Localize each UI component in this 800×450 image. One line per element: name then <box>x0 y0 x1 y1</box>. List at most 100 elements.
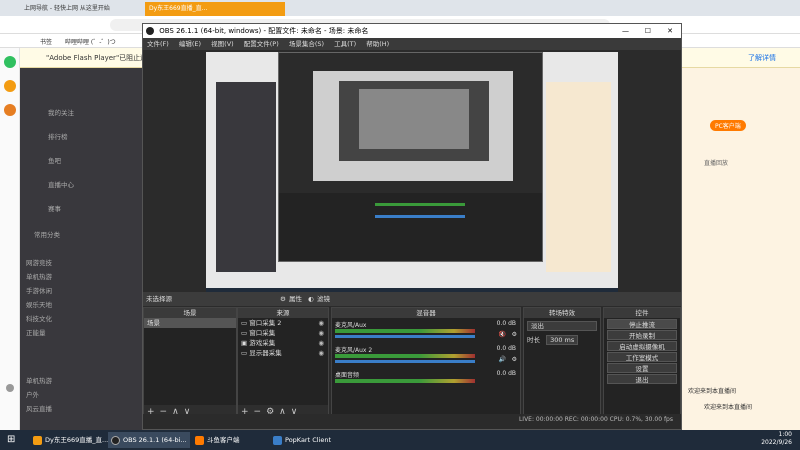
obs-preview-canvas[interactable] <box>206 52 618 298</box>
start-button[interactable]: ⊞ <box>4 432 22 448</box>
gear-icon[interactable]: ⚙ <box>512 331 517 338</box>
add-icon[interactable] <box>6 384 14 392</box>
channel-name: 桌面音频 <box>335 372 360 379</box>
no-source-label: 未选择源 <box>146 295 172 303</box>
sidebar-item-category[interactable]: 科技文化 <box>26 314 52 324</box>
sidebar-item-category[interactable]: 网游竞技 <box>26 258 52 268</box>
search-icon[interactable] <box>4 80 16 92</box>
source-item[interactable]: ▭ 窗口采集 ◉ <box>238 328 328 338</box>
eye-icon[interactable]: ◉ <box>318 318 324 328</box>
filter-icon[interactable]: ◐ <box>308 292 314 306</box>
sidebar-item-category[interactable]: 单机热游 <box>26 272 52 282</box>
sidebar-item-category[interactable]: 风云直播 <box>26 404 52 414</box>
channel-db: 0.0 dB <box>496 370 516 377</box>
sidebar-item-category[interactable]: 手游休闲 <box>26 286 52 296</box>
wechat-icon[interactable] <box>4 56 16 68</box>
menu-scene-collection[interactable]: 场景集合(S) <box>285 38 328 50</box>
sources-dock-title: 来源 <box>238 308 328 318</box>
browser-tab[interactable]: 上网导航 - 轻快上网 从这里开始 <box>20 2 130 16</box>
duration-input[interactable]: 300 ms <box>546 335 579 345</box>
gear-icon[interactable]: ⚙ <box>512 356 517 363</box>
virtual-camera-button[interactable]: 启动虚拟摄像机 <box>607 341 677 351</box>
system-clock[interactable]: 1:00 2022/9/26 <box>761 431 792 447</box>
eye-icon[interactable]: ◉ <box>318 338 324 348</box>
minimize-icon[interactable]: — <box>622 24 629 38</box>
obs-window-title: OBS 26.1.1 (64-bit, windows) - 配置文件: 未命名… <box>159 27 369 35</box>
channel-name: 麦克风/Aux <box>335 322 367 329</box>
sidebar-item-category[interactable]: 正能量 <box>26 328 46 338</box>
source-item[interactable]: ▭ 显示器采集 ◉ <box>238 348 328 358</box>
mixer-dock-title: 混音器 <box>332 308 520 318</box>
obs-app-icon <box>146 27 154 35</box>
volume-slider[interactable] <box>335 335 475 338</box>
exit-button[interactable]: 退出 <box>607 374 677 384</box>
bookmark-item[interactable]: 书签 <box>40 37 52 46</box>
scenes-dock-title: 场景 <box>144 308 236 318</box>
studio-mode-button[interactable]: 工作室模式 <box>607 352 677 362</box>
properties-button[interactable]: 属性 <box>289 292 302 306</box>
eye-icon[interactable]: ◉ <box>318 348 324 358</box>
menu-help[interactable]: 帮助(H) <box>362 38 393 50</box>
duration-row: 时长 300 ms <box>527 334 597 345</box>
mute-icon[interactable]: 🔇 <box>499 331 506 338</box>
stop-streaming-button[interactable]: 停止推流 <box>607 319 677 329</box>
transition-select[interactable]: 淡出 <box>527 321 597 331</box>
obs-titlebar: OBS 26.1.1 (64-bit, windows) - 配置文件: 未命名… <box>143 24 681 38</box>
clock-date: 2022/9/26 <box>761 439 792 446</box>
browser-tabbar: 上网导航 - 轻快上网 从这里开始 Dy东王669直播_直... <box>0 0 800 16</box>
flash-notice-text: "Adobe Flash Player"已阻止运行 <box>46 54 155 62</box>
taskbar-item-obs[interactable]: OBS 26.1.1 (64-bi... <box>108 432 190 448</box>
menu-view[interactable]: 视图(V) <box>207 38 238 50</box>
menu-profile[interactable]: 配置文件(P) <box>240 38 283 50</box>
bookmark-item[interactable]: 哔哩哔哩 (゜-゜)つ <box>65 37 116 46</box>
volume-slider[interactable] <box>335 360 475 363</box>
transitions-dock: 转场特效 淡出 时长 300 ms <box>523 307 601 420</box>
captured-right-panel <box>546 82 611 272</box>
gear-icon[interactable]: ⚙ <box>280 292 286 306</box>
flash-learn-more-link[interactable]: 了解详情 <box>748 53 776 63</box>
controls-dock-title: 控件 <box>604 308 680 318</box>
sidebar-item-rank[interactable]: 排行榜 <box>48 132 68 142</box>
taskbar-item-browser[interactable]: Dy东王669直播_直... <box>30 432 108 448</box>
browser-app-icon <box>33 435 42 445</box>
close-icon[interactable]: ✕ <box>667 24 673 38</box>
scene-item[interactable]: 场景 <box>144 318 236 328</box>
sidebar-heading-categories: 常用分类 <box>34 231 60 239</box>
volume-meter <box>335 379 475 383</box>
sidebar-item-category[interactable]: 单机热游 <box>26 376 52 386</box>
eye-icon[interactable]: ◉ <box>318 328 324 338</box>
volume-meter <box>335 354 475 358</box>
sidebar-item-follow[interactable]: 我的关注 <box>48 108 74 118</box>
settings-button[interactable]: 设置 <box>607 363 677 373</box>
start-recording-button[interactable]: 开始录制 <box>607 330 677 340</box>
source-item[interactable]: ▣ 游戏采集 ◉ <box>238 338 328 348</box>
browser-tab-active[interactable]: Dy东王669直播_直... <box>145 2 285 16</box>
sidebar-item-category[interactable]: 户外 <box>26 390 39 400</box>
sidebar-item-yuba[interactable]: 鱼吧 <box>48 156 61 166</box>
menu-edit[interactable]: 编辑(E) <box>175 38 205 50</box>
sidebar-item-category[interactable]: 娱乐天地 <box>26 300 52 310</box>
maximize-icon[interactable]: ☐ <box>645 24 651 38</box>
browser-left-rail <box>0 48 20 430</box>
taskbar-item-douyu[interactable]: 斗鱼客户端 <box>192 432 256 448</box>
sidebar-item-live-center[interactable]: 直播中心 <box>48 180 74 190</box>
filters-button[interactable]: 滤镜 <box>317 292 330 306</box>
menu-file[interactable]: 文件(F) <box>143 38 173 50</box>
menu-tools[interactable]: 工具(T) <box>330 38 360 50</box>
douyu-app-icon <box>195 435 204 445</box>
video-icon[interactable] <box>4 104 16 116</box>
source-item[interactable]: ▭ 窗口采集 2 ◉ <box>238 318 328 328</box>
speaker-icon[interactable]: 🔊 <box>499 356 506 363</box>
douyu-sidebar: 我的关注 排行榜 鱼吧 直播中心 赛事 常用分类 网游竞技 单机热游 手游休闲 … <box>20 68 142 430</box>
mixer-channel: 麦克风/Aux 0.0 dB 🔇 ⚙ <box>332 318 520 343</box>
windows-taskbar: ⊞ Dy东王669直播_直... OBS 26.1.1 (64-bi... 斗鱼… <box>0 430 800 450</box>
pc-client-button[interactable]: PC客户端 <box>710 120 746 131</box>
sources-dock: 来源 ▭ 窗口采集 2 ◉ ▭ 窗口采集 ◉ ▣ 游戏采集 ◉ ▭ 显示器采集 ◉ + −… <box>237 307 329 420</box>
controls-dock: 控件 停止推流 开始录制 启动虚拟摄像机 工作室模式 设置 退出 <box>603 307 681 420</box>
duration-label: 时长 <box>527 336 540 344</box>
obs-window: OBS 26.1.1 (64-bit, windows) - 配置文件: 未命名… <box>142 23 682 430</box>
sidebar-item-esports[interactable]: 赛事 <box>48 204 61 214</box>
chat-message: 欢迎来到本直播间 <box>688 388 737 395</box>
audio-mixer-dock: 混音器 麦克风/Aux 0.0 dB 🔇 ⚙ 麦克风/Aux 2 0.0 dB … <box>331 307 521 420</box>
taskbar-item-popkart[interactable]: PopKart Client <box>270 432 350 448</box>
